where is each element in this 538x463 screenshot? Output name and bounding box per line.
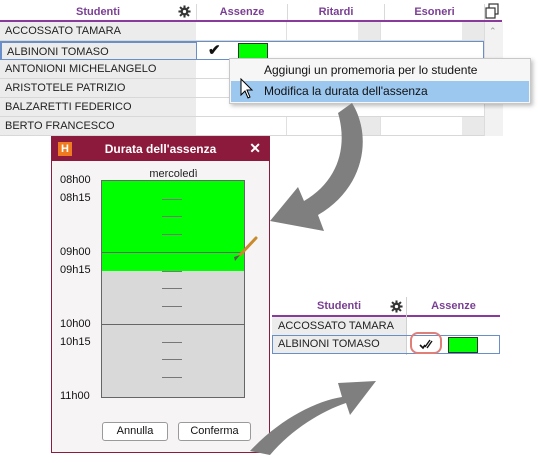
gear-icon[interactable] xyxy=(390,300,403,316)
dialog-title: Durata dell'assenza xyxy=(104,142,217,156)
mouse-cursor-icon xyxy=(240,78,254,99)
student-name: BERTO FRANCESCO xyxy=(0,117,196,135)
gear-icon[interactable] xyxy=(178,5,191,21)
header-absences[interactable]: Assenze xyxy=(197,4,288,20)
check-icon[interactable]: ✔ xyxy=(208,42,221,59)
time-label: 11h00 xyxy=(60,390,90,402)
cancel-button[interactable]: Annulla xyxy=(102,422,168,441)
attendance-table-updated: Studenti Assenze ACCOSSATO TAMARA ALBINO… xyxy=(272,297,500,357)
header-students[interactable]: Studenti xyxy=(272,297,406,315)
student-name: ACCOSSATO TAMARA xyxy=(272,317,406,335)
time-label: 08h15 xyxy=(60,192,91,204)
time-label: 09h15 xyxy=(60,264,91,276)
header-students[interactable]: Studenti xyxy=(0,4,197,20)
menu-item-add-reminder[interactable]: Aggiungi un promemoria per lo studente xyxy=(231,60,529,81)
absence-interval[interactable] xyxy=(102,181,244,271)
brush-cursor-icon xyxy=(234,236,258,261)
header-delays[interactable]: Ritardi xyxy=(288,4,385,20)
dialog-titlebar: H Durata dell'assenza ✕ xyxy=(52,137,269,161)
table-row[interactable]: ACCOSSATO TAMARA xyxy=(0,22,485,41)
student-name: BALZARETTI FEDERICO xyxy=(0,98,196,116)
chevron-up-icon[interactable]: ⌃ xyxy=(489,26,497,37)
flow-arrow-icon xyxy=(250,381,376,455)
student-name: ANTONIONI MICHELANGELO xyxy=(0,60,196,78)
student-name: ARISTOTELE PATRIZIO xyxy=(0,79,196,97)
day-label: mercoledì xyxy=(149,168,198,180)
absence-duration-bar[interactable] xyxy=(448,337,478,353)
student-name: ACCOSSATO TAMARA xyxy=(0,22,196,40)
header-absences[interactable]: Assenze xyxy=(407,297,500,315)
time-label: 08h00 xyxy=(60,174,91,186)
table-row[interactable]: BERTO FRANCESCO xyxy=(0,117,485,136)
header-exemptions[interactable]: Esoneri xyxy=(385,4,485,20)
table-row[interactable]: ACCOSSATO TAMARA xyxy=(272,317,500,336)
hour-line xyxy=(101,324,245,325)
hour-line xyxy=(101,252,245,253)
close-icon[interactable]: ✕ xyxy=(249,140,261,157)
partial-check-icon[interactable] xyxy=(419,338,435,350)
table-header: Studenti Assenze Ritardi Esoneri xyxy=(0,4,502,22)
table-row-selected[interactable]: ALBINONI TOMASO xyxy=(272,332,500,354)
student-name: ALBINONI TOMASO xyxy=(273,336,406,353)
flow-arrow-icon xyxy=(270,103,363,231)
absence-duration-bar[interactable] xyxy=(238,43,268,59)
time-label: 10h15 xyxy=(60,336,91,348)
time-label: 10h00 xyxy=(60,318,91,330)
copy-icon[interactable] xyxy=(485,3,499,22)
time-label: 09h00 xyxy=(60,246,91,258)
student-name: ALBINONI TOMASO xyxy=(1,42,197,60)
